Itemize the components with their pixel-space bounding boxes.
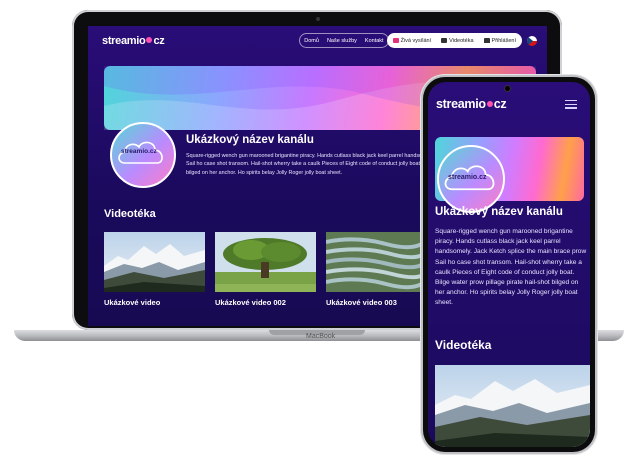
logo-text: streamio xyxy=(102,35,146,47)
tree-thumbnail-image xyxy=(215,232,316,292)
phone-video-thumbnail-1[interactable] xyxy=(435,365,590,447)
phone-logo-tld: cz xyxy=(493,97,507,111)
phone-videoteka-heading: Videotéka xyxy=(435,338,492,352)
phone-channel-title: Ukázkový název kanálu xyxy=(435,206,563,218)
phone-screen: streamio cz streamio.cz Ukázkový název ka… xyxy=(428,82,590,447)
site-logo[interactable]: streamio cz xyxy=(102,35,165,47)
nav-actions: Živá vysílání Videotéka Přihlášení xyxy=(386,33,522,48)
phone-channel-description: Square-rigged wench gun marooned brigant… xyxy=(435,228,587,307)
nav-link-services[interactable]: Naše služby xyxy=(327,38,357,44)
avatar-logo-text: streamio.cz xyxy=(121,148,157,155)
phone-camera xyxy=(505,86,510,91)
rice-terraces-thumbnail-image xyxy=(326,232,427,292)
top-navigation: streamio cz Domů Naše služby Kontakt Živá… xyxy=(88,26,547,56)
nav-link-contact[interactable]: Kontakt xyxy=(365,38,384,44)
nav-login-button[interactable]: Přihlášení xyxy=(483,37,516,44)
logo-tld: cz xyxy=(153,35,165,47)
channel-title: Ukázkový název kanálu xyxy=(186,134,314,146)
video-title-1[interactable]: Ukázkové video xyxy=(104,298,160,307)
laptop-brand-label: MacBook xyxy=(306,333,336,340)
phone-avatar-logo-text: streamio.cz xyxy=(448,174,487,181)
video-thumbnail-1[interactable] xyxy=(104,232,205,292)
hamburger-menu-icon[interactable] xyxy=(565,100,577,109)
video-thumbnail-3[interactable] xyxy=(326,232,427,292)
lock-icon xyxy=(483,37,490,43)
video-title-2[interactable]: Ukázkové video 002 xyxy=(215,298,286,307)
phone-mountains-thumbnail-image xyxy=(435,365,590,447)
nav-links: Domů Naše služby Kontakt xyxy=(299,33,389,48)
nav-live-label: Živá vysílání xyxy=(400,37,432,44)
video-library-icon xyxy=(441,37,448,43)
nav-menu: Domů Naše služby Kontakt Živá vysílání V… xyxy=(299,33,537,48)
nav-videoteka-button[interactable]: Videotéka xyxy=(441,37,474,44)
videoteka-heading: Videotéka xyxy=(104,208,156,220)
phone-logo-dot-icon xyxy=(486,101,493,107)
logo-dot-icon xyxy=(146,37,153,43)
czech-flag-icon[interactable] xyxy=(527,35,537,46)
video-thumbnail-2[interactable] xyxy=(215,232,316,292)
nav-live-button[interactable]: Živá vysílání xyxy=(392,37,432,44)
phone-site-logo[interactable]: streamio cz xyxy=(436,97,507,111)
nav-login-label: Přihlášení xyxy=(491,37,516,44)
video-title-3[interactable]: Ukázkové video 003 xyxy=(326,298,397,307)
nav-link-home[interactable]: Domů xyxy=(304,38,319,44)
mountains-thumbnail-image xyxy=(104,232,205,292)
live-icon xyxy=(392,37,399,43)
phone-logo-text: streamio xyxy=(436,97,486,111)
laptop-camera xyxy=(316,17,320,21)
nav-videoteka-label: Videotéka xyxy=(449,37,474,44)
